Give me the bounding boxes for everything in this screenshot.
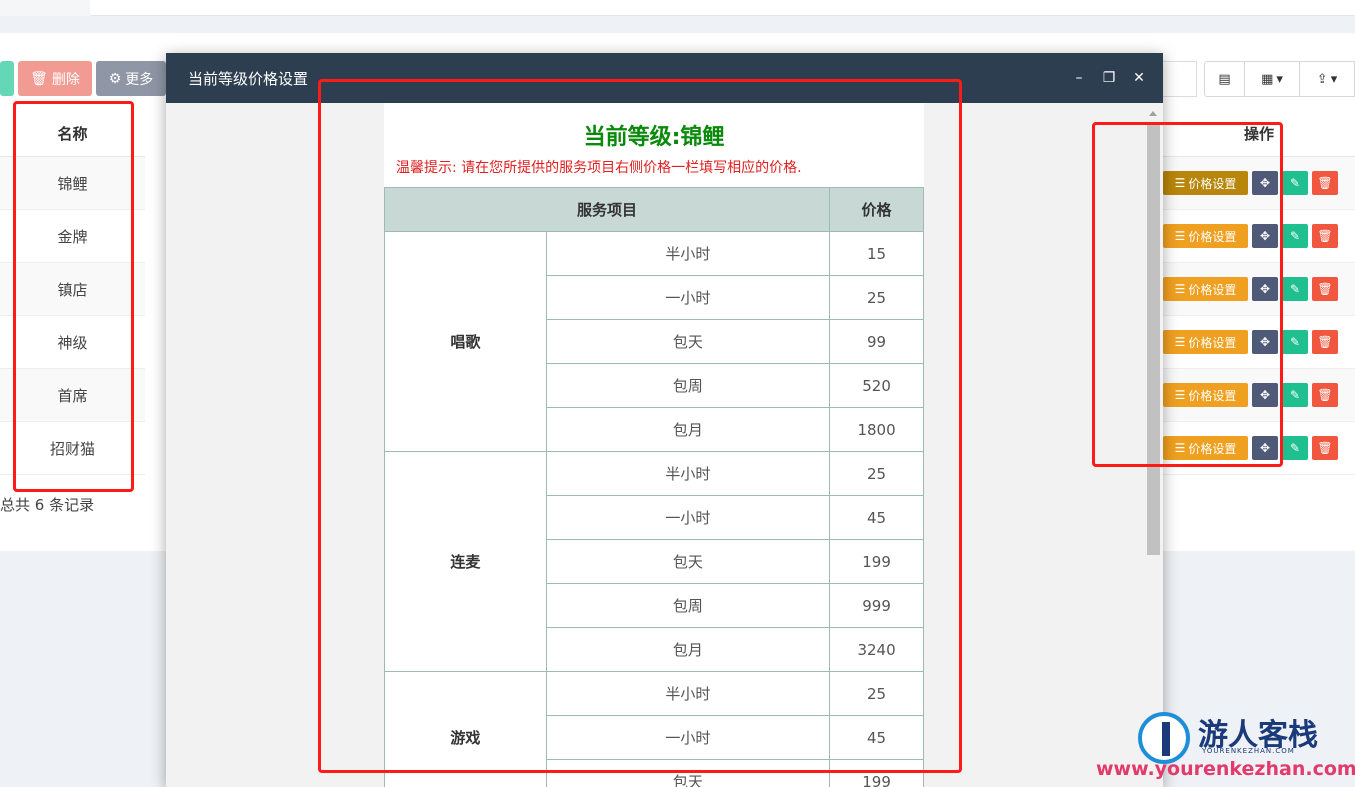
- maximize-icon[interactable]: ❐: [1101, 70, 1117, 86]
- pencil-icon: ✎: [1289, 441, 1301, 455]
- more-button[interactable]: ⚙ 更多: [96, 61, 166, 96]
- scroll-up-icon[interactable]: [1149, 111, 1157, 116]
- edit-button[interactable]: ✎: [1282, 436, 1308, 460]
- trash-icon: 🗑: [1317, 282, 1333, 296]
- export-button[interactable]: ⇪ ▾: [1299, 61, 1355, 97]
- gear-icon: ⚙: [108, 70, 122, 87]
- watermark: 游人客栈 YOURENKEZHAN.COM www.yourenkezhan.c…: [1092, 700, 1355, 787]
- trash-icon: 🗑: [1317, 441, 1333, 455]
- delete-row-button[interactable]: 🗑: [1312, 224, 1338, 248]
- trash-icon: 🗑: [1317, 388, 1333, 402]
- trash-icon: 🗑: [1317, 176, 1333, 190]
- caret-down-icon: ▾: [1330, 71, 1338, 87]
- trash-icon: 🗑: [30, 70, 48, 87]
- toggle-view-button[interactable]: ▤: [1204, 61, 1245, 97]
- annotation-box-table: [318, 79, 962, 773]
- pencil-icon: ✎: [1289, 388, 1301, 402]
- close-icon[interactable]: ✕: [1131, 70, 1147, 86]
- watermark-url: www.yourenkezhan.com: [1096, 758, 1355, 780]
- delete-row-button[interactable]: 🗑: [1312, 171, 1338, 195]
- minimize-icon[interactable]: –: [1071, 70, 1087, 86]
- delete-row-button[interactable]: 🗑: [1312, 383, 1338, 407]
- dialog-title: 当前等级价格设置: [188, 69, 309, 88]
- edit-button[interactable]: ✎: [1282, 330, 1308, 354]
- search-input[interactable]: [1163, 61, 1197, 97]
- export-icon: ⇪: [1316, 71, 1328, 87]
- delete-row-button[interactable]: 🗑: [1312, 436, 1338, 460]
- pencil-icon: ✎: [1289, 335, 1301, 349]
- edit-button[interactable]: ✎: [1282, 224, 1308, 248]
- edit-button[interactable]: ✎: [1282, 383, 1308, 407]
- delete-row-button[interactable]: 🗑: [1312, 277, 1338, 301]
- annotation-box-names: [13, 101, 134, 492]
- pencil-icon: ✎: [1289, 282, 1301, 296]
- watermark-logo-icon: [1138, 712, 1190, 764]
- delete-button[interactable]: 🗑 删除: [18, 61, 92, 96]
- pencil-icon: ✎: [1289, 229, 1301, 243]
- add-button[interactable]: [0, 61, 14, 96]
- trash-icon: 🗑: [1317, 229, 1333, 243]
- watermark-sub: YOURENKEZHAN.COM: [1202, 747, 1295, 755]
- record-count: 总共 6 条记录: [0, 496, 95, 514]
- annotation-box-actions: [1092, 122, 1283, 467]
- caret-down-icon: ▾: [1276, 71, 1283, 87]
- delete-row-button[interactable]: 🗑: [1312, 330, 1338, 354]
- top-bar: [0, 0, 1355, 16]
- list-icon: ▤: [1218, 71, 1231, 87]
- more-label: 更多: [125, 71, 154, 88]
- columns-button[interactable]: ▦ ▾: [1244, 61, 1300, 97]
- edit-button[interactable]: ✎: [1282, 277, 1308, 301]
- top-bar-segment: [0, 0, 90, 16]
- trash-icon: 🗑: [1317, 335, 1333, 349]
- edit-button[interactable]: ✎: [1282, 171, 1308, 195]
- delete-label: 删除: [51, 71, 80, 88]
- grid-icon: ▦: [1261, 71, 1274, 87]
- pencil-icon: ✎: [1289, 176, 1301, 190]
